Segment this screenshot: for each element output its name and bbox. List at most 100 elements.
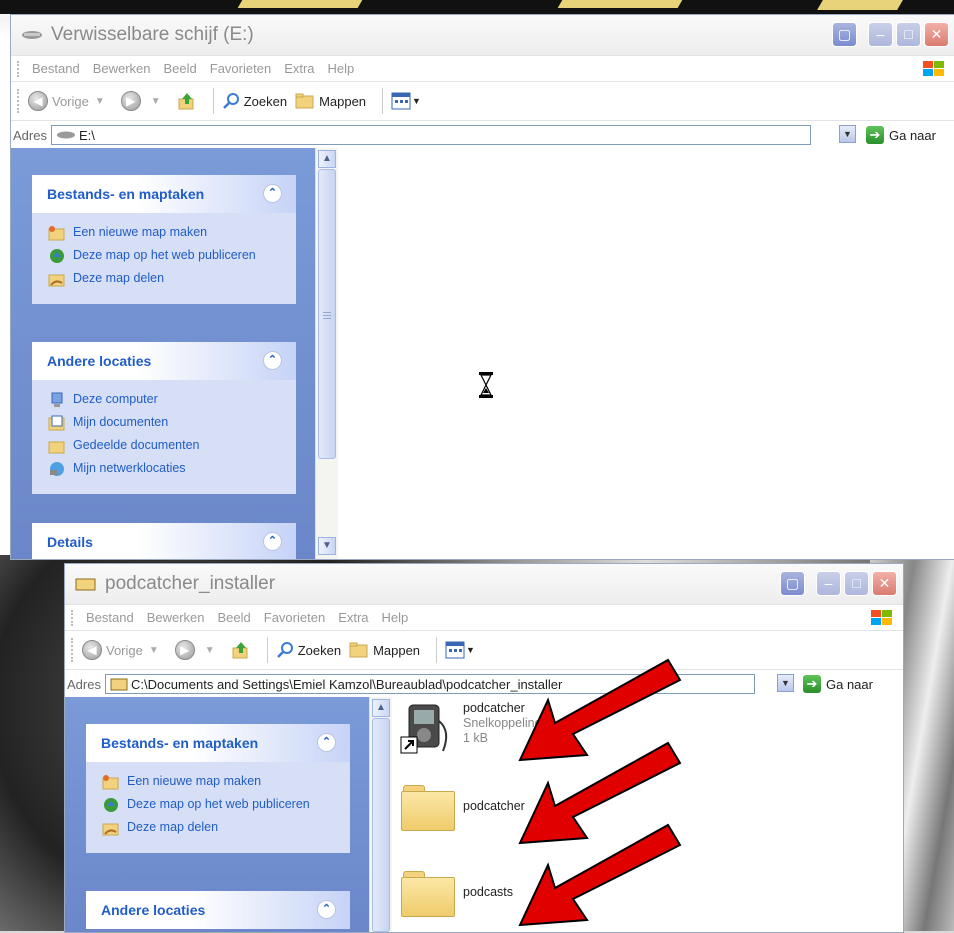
file-item-podcatcher-folder[interactable]: podcatcher [399,783,525,831]
scroll-up-button[interactable]: ▲ [372,699,390,717]
minimize-button[interactable]: – [868,22,893,47]
task-label: Deze map delen [127,820,219,834]
collapse-icon[interactable]: ⌃ [263,351,282,370]
back-button[interactable]: ◀ Vorige ▼ [82,640,167,660]
back-label: Vorige [52,93,89,109]
chevron-down-icon[interactable]: ▼ [95,96,105,107]
drive-icon [22,31,42,39]
other-places-header[interactable]: Andere locaties ⌃ [32,342,296,380]
other-places-header[interactable]: Andere locaties ⌃ [86,891,350,929]
details-header[interactable]: Details ⌃ [32,523,296,559]
minimize-button[interactable]: – [816,571,841,596]
place-network[interactable]: Mijn netwerklocaties [48,461,284,477]
file-name: podcasts [463,885,514,899]
collapse-icon[interactable]: ⌃ [317,900,336,919]
back-button[interactable]: ◀ Vorige ▼ [28,91,113,111]
task-publish-web[interactable]: Deze map op het web publiceren [102,797,338,813]
place-label: Gedeelde documenten [73,438,200,452]
folders-button[interactable]: Mappen [295,93,366,109]
scroll-down-button[interactable]: ▼ [318,537,336,555]
menu-favorieten[interactable]: Favorieten [264,610,325,625]
task-new-folder[interactable]: Een nieuwe map maken [48,225,284,241]
search-label: Zoeken [297,642,342,658]
window-title: podcatcher_installer [105,573,276,594]
maximize-button[interactable]: □ [844,571,869,596]
search-button[interactable]: Zoeken [276,641,341,659]
forward-button[interactable]: ▶ ▼ [174,640,223,660]
share-folder-icon [48,274,65,287]
menu-beeld[interactable]: Beeld [218,610,251,625]
address-input[interactable]: C:\Documents and Settings\Emiel Kamzol\B… [104,674,755,694]
title-bar[interactable]: Verwisselbare schijf (E:) ▢ – □ ✕ [11,15,954,55]
chevron-down-icon[interactable]: ▼ [205,645,215,656]
menu-bar: Bestand Bewerken Beeld Favorieten Extra … [11,55,954,81]
menu-help[interactable]: Help [328,61,355,76]
menu-bestand[interactable]: Bestand [86,610,134,625]
computer-icon [51,392,63,407]
desktop-wallpaper-top [0,0,954,14]
folders-button[interactable]: Mappen [349,642,420,658]
restore-button[interactable]: ▢ [832,22,857,47]
task-pane-scrollbar[interactable]: ▲ [369,697,392,932]
network-icon [50,462,64,476]
menu-extra[interactable]: Extra [284,61,314,76]
collapse-icon[interactable]: ⌃ [317,733,336,752]
folder-icon [75,578,96,591]
file-item-podcasts-folder[interactable]: podcasts [399,869,514,917]
menu-extra[interactable]: Extra [338,610,368,625]
task-share-folder[interactable]: Deze map delen [48,271,284,287]
search-button[interactable]: Zoeken [222,92,287,110]
menu-beeld[interactable]: Beeld [164,61,197,76]
views-button[interactable]: ▼ [391,92,421,110]
address-input[interactable]: E:\ [50,125,811,145]
title-bar[interactable]: podcatcher_installer ▢ – □ ✕ [65,564,903,604]
file-size: 1 kB [463,731,489,745]
place-my-documents[interactable]: Mijn documenten [48,415,284,431]
scroll-up-button[interactable]: ▲ [318,150,336,168]
task-new-folder[interactable]: Een nieuwe map maken [102,774,338,790]
collapse-icon[interactable]: ⌃ [263,532,282,551]
chevron-down-icon[interactable]: ▼ [149,645,159,656]
folder-icon [48,441,65,454]
scroll-thumb[interactable] [372,718,390,932]
file-item-podcatcher-shortcut[interactable]: podcatcher Snelkoppeling 1 kB [399,701,542,757]
address-bar: Adres E:\ ▼ ➔ Ga naar [11,120,954,149]
file-tasks-header[interactable]: Bestands- en maptaken ⌃ [86,724,350,762]
file-tasks-header[interactable]: Bestands- en maptaken ⌃ [32,175,296,213]
menu-bestand[interactable]: Bestand [32,61,80,76]
menu-favorieten[interactable]: Favorieten [210,61,271,76]
task-pane-scrollbar[interactable]: ▲ ▼ [315,148,338,559]
menu-bewerken[interactable]: Bewerken [93,61,151,76]
menu-bewerken[interactable]: Bewerken [147,610,205,625]
back-arrow-icon: ◀ [82,640,102,660]
task-share-folder[interactable]: Deze map delen [102,820,338,836]
task-publish-web[interactable]: Deze map op het web publiceren [48,248,284,264]
up-folder-button[interactable] [177,91,197,111]
go-button[interactable]: ➔ Ga naar [866,126,936,144]
chevron-down-icon[interactable]: ▼ [151,96,161,107]
views-button[interactable]: ▼ [445,641,475,659]
place-shared-documents[interactable]: Gedeelde documenten [48,438,284,454]
go-button[interactable]: ➔ Ga naar [803,675,873,693]
collapse-icon[interactable]: ⌃ [263,184,282,203]
forward-button[interactable]: ▶ ▼ [120,91,169,111]
maximize-button[interactable]: □ [896,22,921,47]
drive-icon [56,131,75,139]
restore-button[interactable]: ▢ [780,571,805,596]
close-button[interactable]: ✕ [924,22,949,47]
task-label: Een nieuwe map maken [73,225,208,239]
scroll-thumb[interactable] [318,169,336,459]
address-dropdown-button[interactable]: ▼ [777,674,794,692]
search-icon [222,93,239,109]
address-label: Adres [67,676,101,692]
address-dropdown-button[interactable]: ▼ [839,125,856,143]
menu-help[interactable]: Help [382,610,409,625]
up-folder-button[interactable] [231,640,251,660]
place-my-computer[interactable]: Deze computer [48,392,284,408]
shortcut-ipod-icon [400,704,448,754]
window-title: Verwisselbare schijf (E:) [51,24,254,45]
folders-icon [295,93,314,109]
close-button[interactable]: ✕ [872,571,897,596]
file-tasks-panel: Bestands- en maptaken ⌃ Een nieuwe map ma… [86,724,350,853]
folders-icon [349,642,368,658]
